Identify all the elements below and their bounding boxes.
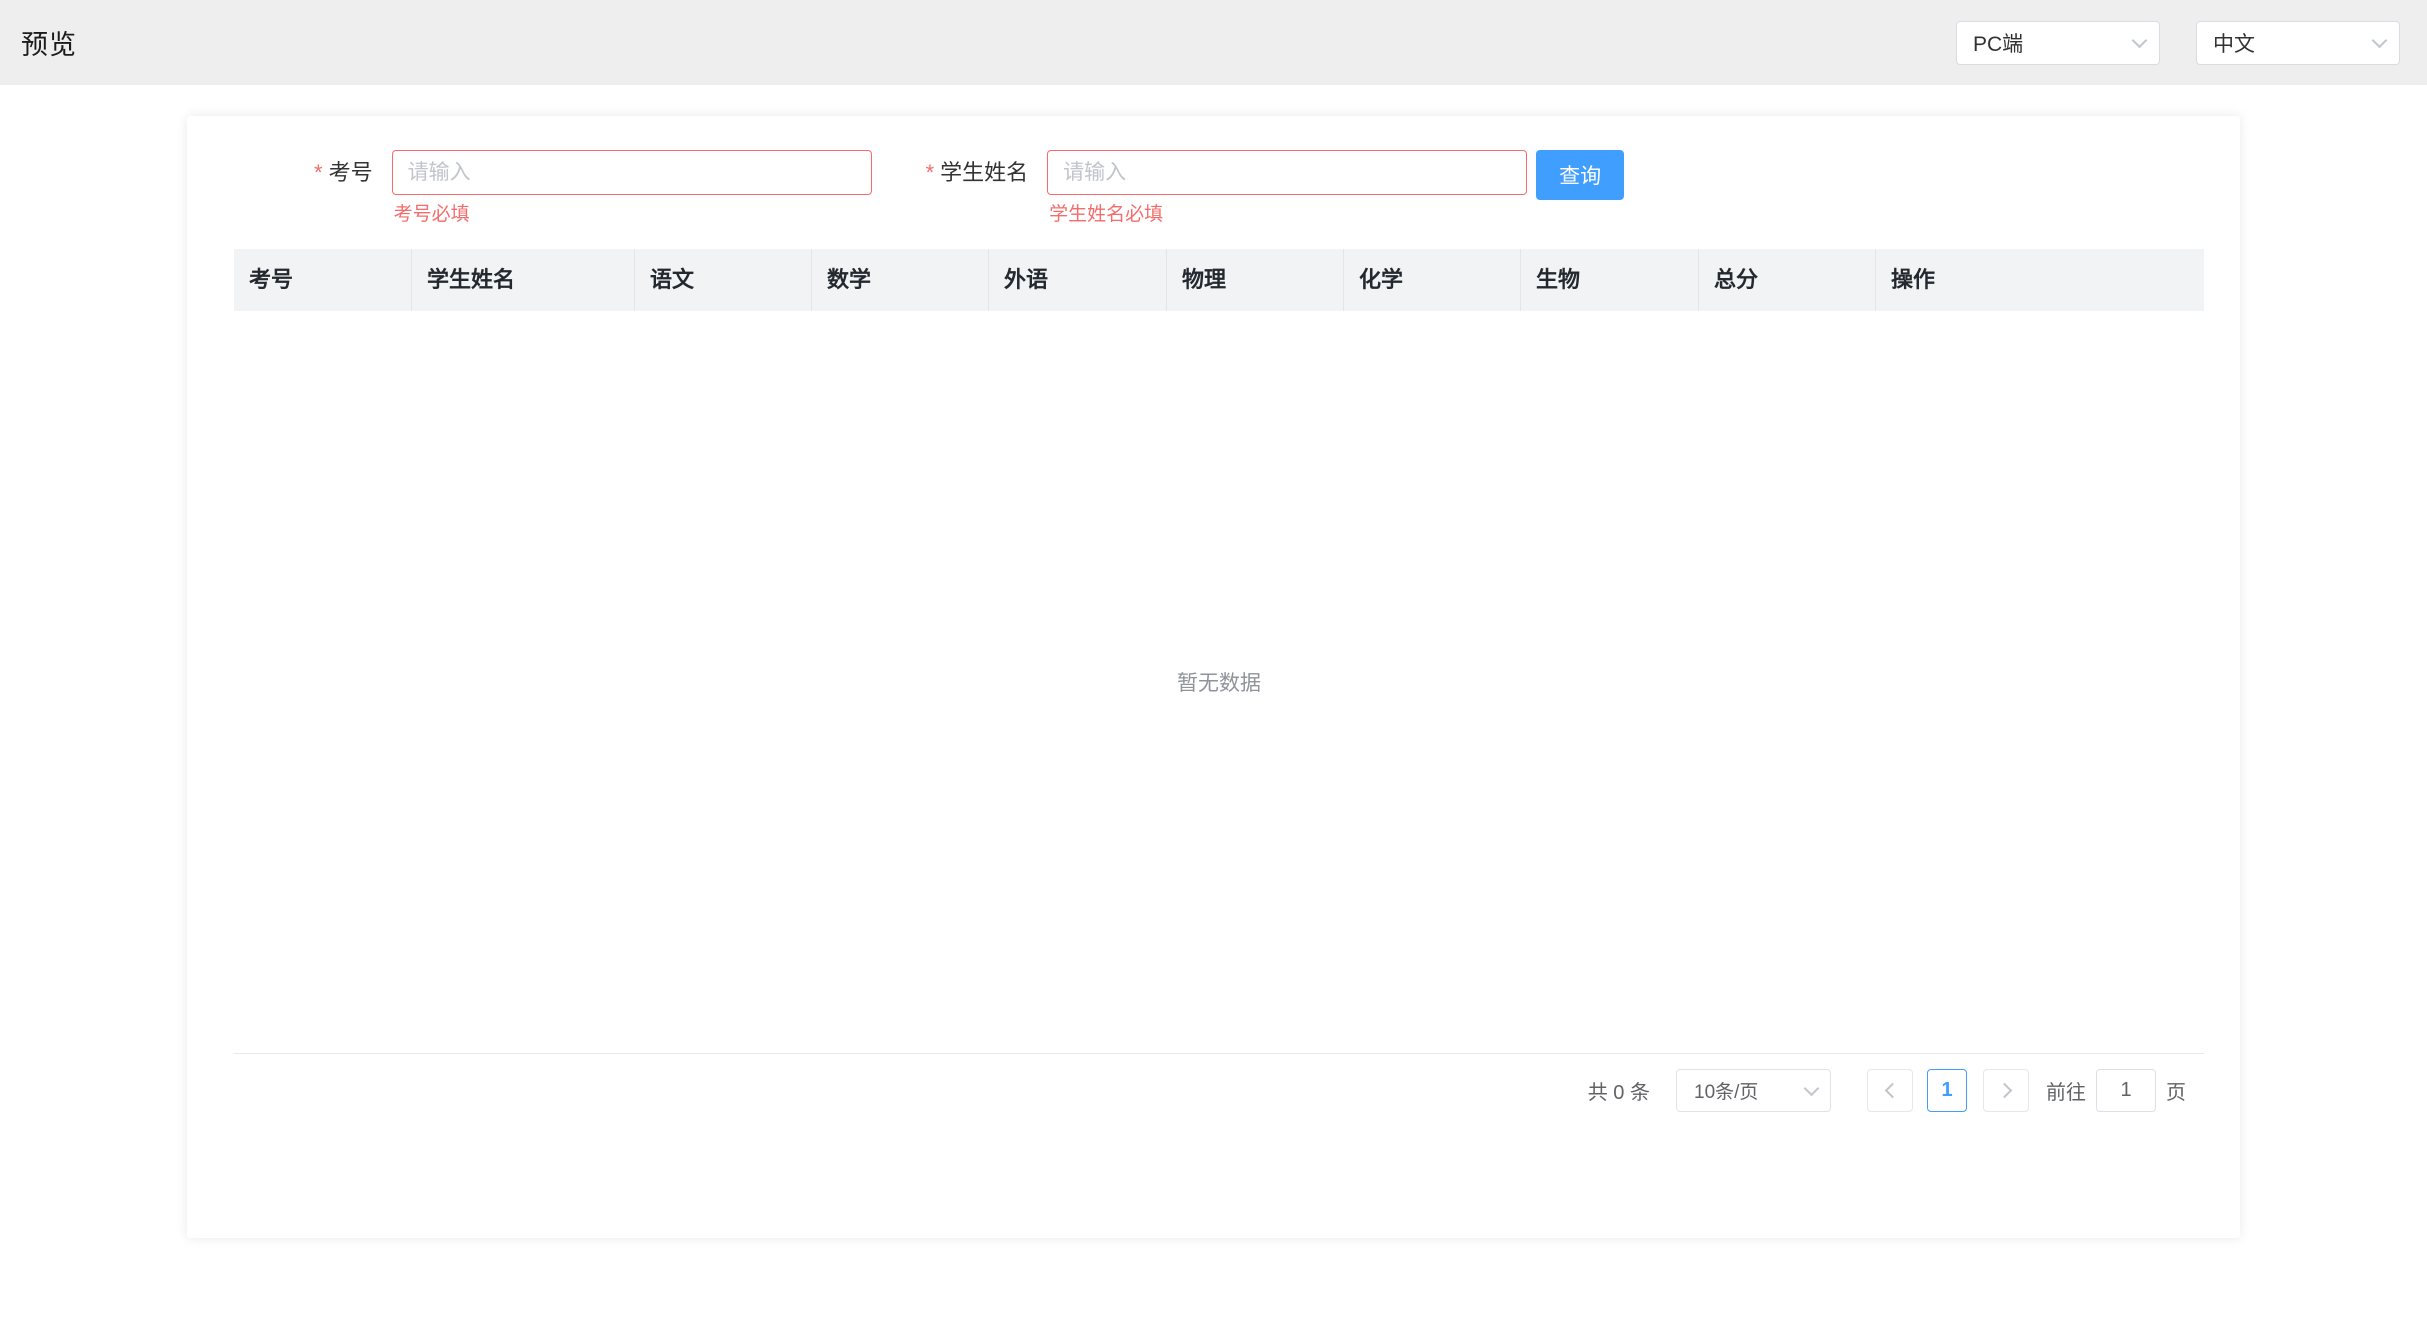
exam-no-label: *考号 bbox=[314, 150, 373, 226]
chevron-down-icon bbox=[2372, 32, 2388, 48]
exam-no-input-wrap: 考号必填 bbox=[392, 150, 872, 226]
student-name-error: 学生姓名必填 bbox=[1047, 199, 1527, 226]
chevron-down-icon bbox=[2132, 32, 2148, 48]
pagination: 共 0 条 10条/页 1 前往 页 bbox=[187, 1054, 2240, 1127]
results-table: 考号 学生姓名 语文 数学 外语 物理 化学 生物 总分 操作 暂无数据 bbox=[234, 249, 2204, 1054]
col-header-student-name: 学生姓名 bbox=[412, 249, 635, 311]
student-name-label-text: 学生姓名 bbox=[940, 160, 1028, 185]
chevron-left-icon bbox=[1884, 1083, 1900, 1099]
goto-label: 前往 bbox=[2046, 1076, 2086, 1105]
topbar-right: PC端 中文 bbox=[1956, 21, 2400, 65]
next-page-button[interactable] bbox=[1983, 1069, 2029, 1112]
exam-no-field: *考号 考号必填 bbox=[314, 150, 872, 226]
col-header-foreign-language: 外语 bbox=[989, 249, 1167, 311]
search-button[interactable]: 查询 bbox=[1536, 150, 1624, 200]
page-size-value: 10条/页 bbox=[1694, 1077, 1758, 1104]
col-header-total-score: 总分 bbox=[1699, 249, 1876, 311]
exam-no-error: 考号必填 bbox=[392, 199, 872, 226]
col-header-chemistry: 化学 bbox=[1344, 249, 1521, 311]
required-asterisk: * bbox=[926, 160, 935, 185]
page-unit-label: 页 bbox=[2166, 1076, 2186, 1105]
goto-page-input[interactable] bbox=[2096, 1069, 2156, 1112]
device-select[interactable]: PC端 bbox=[1956, 21, 2160, 65]
page-title: 预览 bbox=[21, 23, 77, 62]
empty-state-text: 暂无数据 bbox=[1177, 667, 1261, 697]
prev-page-button[interactable] bbox=[1867, 1069, 1913, 1112]
table-body-empty: 暂无数据 bbox=[234, 311, 2204, 1054]
col-header-actions: 操作 bbox=[1876, 249, 2204, 311]
chevron-right-icon bbox=[1996, 1083, 2012, 1099]
page-1-button[interactable]: 1 bbox=[1927, 1069, 1967, 1112]
language-select-value: 中文 bbox=[2213, 28, 2255, 58]
col-header-biology: 生物 bbox=[1521, 249, 1699, 311]
topbar: 预览 PC端 中文 bbox=[0, 0, 2427, 85]
student-name-input[interactable] bbox=[1047, 150, 1527, 195]
exam-no-label-text: 考号 bbox=[329, 160, 373, 185]
preview-card: *考号 考号必填 *学生姓名 学生姓名必填 查询 考号 学生姓名 语文 数学 外… bbox=[187, 116, 2240, 1238]
required-asterisk: * bbox=[314, 160, 323, 185]
total-count: 共 0 条 bbox=[1588, 1076, 1650, 1105]
device-select-value: PC端 bbox=[1973, 28, 2023, 58]
language-select[interactable]: 中文 bbox=[2196, 21, 2400, 65]
chevron-down-icon bbox=[1804, 1080, 1820, 1096]
col-header-physics: 物理 bbox=[1167, 249, 1344, 311]
student-name-input-wrap: 学生姓名必填 bbox=[1047, 150, 1527, 226]
col-header-chinese: 语文 bbox=[635, 249, 812, 311]
page-size-select[interactable]: 10条/页 bbox=[1676, 1069, 1831, 1112]
col-header-exam-no: 考号 bbox=[234, 249, 412, 311]
col-header-math: 数学 bbox=[812, 249, 989, 311]
student-name-field: *学生姓名 学生姓名必填 bbox=[926, 150, 1528, 226]
table-header-row: 考号 学生姓名 语文 数学 外语 物理 化学 生物 总分 操作 bbox=[234, 249, 2204, 311]
student-name-label: *学生姓名 bbox=[926, 150, 1029, 226]
exam-no-input[interactable] bbox=[392, 150, 872, 195]
search-form: *考号 考号必填 *学生姓名 学生姓名必填 查询 bbox=[187, 116, 2240, 226]
